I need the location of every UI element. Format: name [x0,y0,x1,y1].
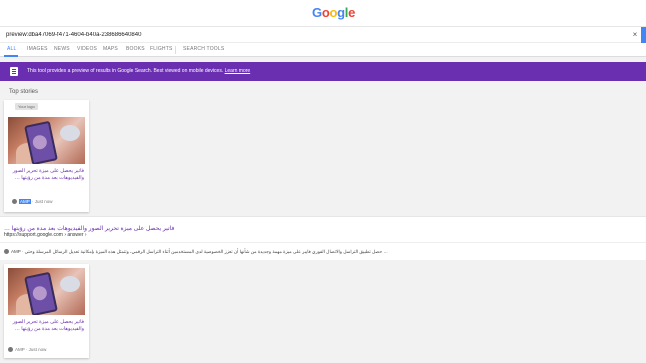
learn-more-link[interactable]: Learn more [225,68,251,74]
logo-letter-e: e [348,5,356,20]
result-title[interactable]: فاتير يحصل على ميزة تحرير الصور والفيديو… [4,225,174,232]
search-button[interactable] [641,27,646,43]
top-story-card[interactable]: Your logo فاتير يحصل على ميزة تحرير الصو… [4,100,89,212]
banner-message: This tool provides a preview of results … [27,68,224,74]
publisher-logo-badge: Your logo [15,103,38,110]
story-thumbnail [8,117,85,164]
logo-letter-g2: g [337,5,345,20]
active-tab-indicator [4,55,18,57]
tab-flights[interactable]: FLIGHTS [150,46,173,52]
clear-icon[interactable]: × [630,29,640,41]
tab-all[interactable]: ALL [7,46,17,52]
logo-letter-g: G [312,5,322,20]
result-divider [0,242,646,243]
tab-images[interactable]: IMAGES [27,46,48,52]
search-input[interactable] [6,29,618,41]
tab-separator [175,46,176,54]
tab-videos[interactable]: VIDEOS [77,46,97,52]
search-bar: × [0,26,646,43]
search-result: فاتير يحصل على ميزة تحرير الصور والفيديو… [0,216,646,260]
amp-story-card[interactable]: فاتير يحصل على ميزة تحرير الصور والفيديو… [4,264,89,358]
snippet-text: حصل تطبيق التراسل والاتصال الفوري فايبر … [24,249,388,254]
tab-books[interactable]: BOOKS [126,46,145,52]
story-thumbnail [8,268,85,315]
story-time: · Just now [30,199,53,204]
logo-letter-o2: o [329,5,338,20]
story-headline[interactable]: فاتير يحصل على ميزة تحرير الصور والفيديو… [10,319,84,333]
amp-icon [8,347,13,352]
tab-search-tools[interactable]: SEARCH TOOLS [183,46,224,52]
top-stories-heading: Top stories [9,89,39,95]
tab-maps[interactable]: MAPS [103,46,118,52]
phone-icon [10,67,18,76]
story-meta: AMP · Just now [8,347,46,352]
cup-shape [60,125,80,141]
result-url[interactable]: https://support.google.com › answer › [4,232,87,238]
banner-text: This tool provides a preview of results … [27,68,250,74]
cup-shape [60,276,80,292]
tab-news[interactable]: NEWS [54,46,70,52]
header-bar: Google [0,0,646,26]
google-logo[interactable]: Google [312,5,355,20]
story-headline[interactable]: فاتير يحصل على ميزة تحرير الصور والفيديو… [10,168,84,182]
amp-icon [4,249,9,254]
story-meta-text: AMP · Just now [15,347,47,352]
result-snippet: AMP · حصل تطبيق التراسل والاتصال الفوري … [4,249,388,255]
preview-banner: This tool provides a preview of results … [0,62,646,81]
result-amp-label: AMP [11,249,21,254]
search-tabs: ALL IMAGES NEWS VIDEOS MAPS BOOKS FLIGHT… [0,43,646,57]
logo-letter-o1: o [321,5,330,20]
amp-label: AMP [19,199,31,204]
amp-icon [12,199,17,204]
story-meta: AMP · Just now [12,199,53,204]
